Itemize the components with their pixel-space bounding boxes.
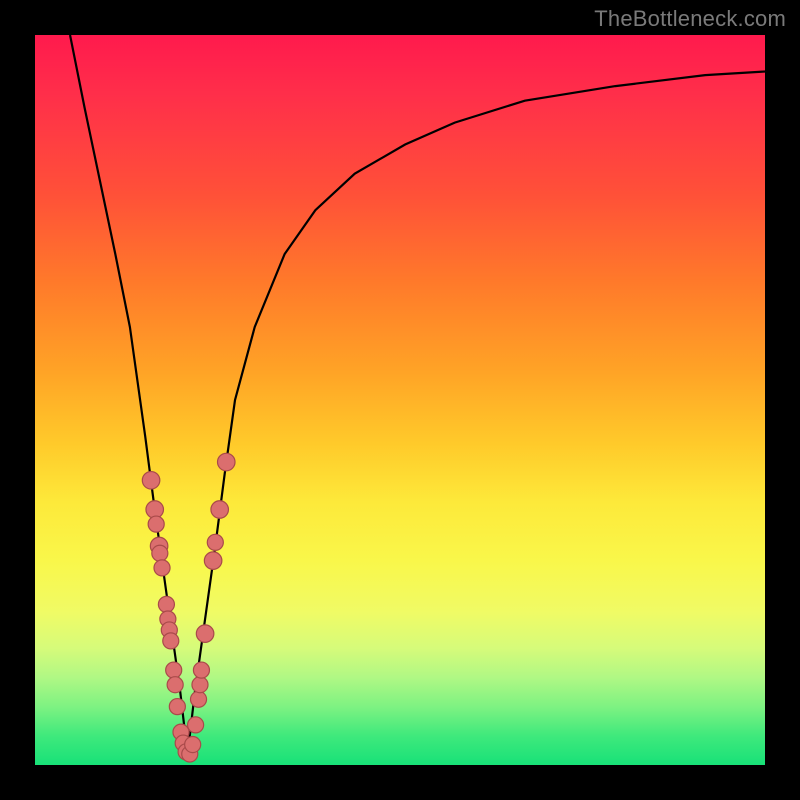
watermark-text: TheBottleneck.com xyxy=(594,6,786,32)
bead-marker xyxy=(169,699,185,715)
bead-marker xyxy=(204,552,222,570)
bead-marker xyxy=(211,501,229,519)
bead-marker xyxy=(192,677,208,693)
chart-frame: TheBottleneck.com xyxy=(0,0,800,800)
bead-marker xyxy=(207,534,223,550)
bottleneck-curve xyxy=(35,35,765,765)
bead-marker xyxy=(166,662,182,678)
plot-area xyxy=(35,35,765,765)
bead-marker xyxy=(167,677,183,693)
bead-marker xyxy=(193,662,209,678)
bead-marker xyxy=(196,625,214,643)
bead-marker xyxy=(158,596,174,612)
bead-marker xyxy=(188,717,204,733)
bead-marker xyxy=(185,737,201,753)
bead-marker xyxy=(154,560,170,576)
bead-marker xyxy=(142,472,160,490)
bead-marker xyxy=(218,453,236,471)
bead-marker xyxy=(152,545,168,561)
curve-right-branch xyxy=(188,72,765,755)
bead-marker xyxy=(190,691,206,707)
bead-marker xyxy=(163,633,179,649)
bead-marker xyxy=(148,516,164,532)
